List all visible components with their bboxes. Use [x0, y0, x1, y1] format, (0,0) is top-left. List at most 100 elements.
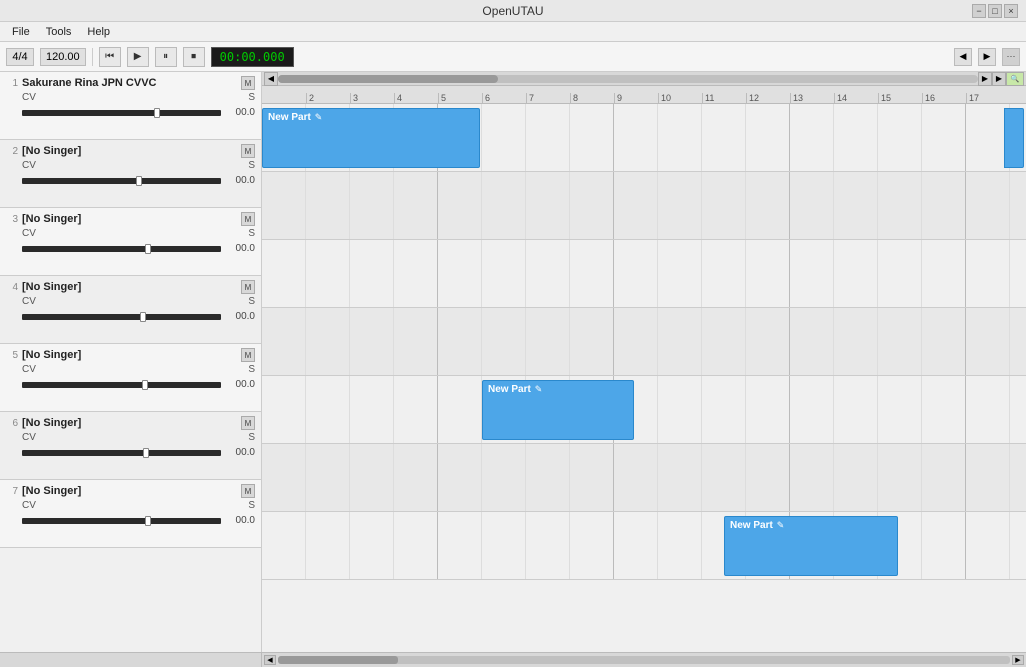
track-volume-3[interactable]: 00.0: [22, 243, 255, 254]
grid-cell-5-10: [658, 376, 702, 443]
menu-tools[interactable]: Tools: [38, 24, 80, 40]
grid-row-4[interactable]: [262, 308, 1026, 376]
window-controls: − □ ×: [972, 4, 1018, 18]
track-mute-3[interactable]: M: [241, 212, 255, 226]
close-button[interactable]: ×: [1004, 4, 1018, 18]
track-solo-5[interactable]: S: [248, 364, 255, 375]
play-button[interactable]: ▶: [127, 47, 149, 67]
part-block-1[interactable]: New Part ✎: [262, 108, 480, 168]
grid-cell-1-16: [922, 104, 966, 171]
volume-thumb-7[interactable]: [145, 516, 151, 526]
menu-file[interactable]: File: [4, 24, 38, 40]
grid-cell-1-6: [482, 104, 526, 171]
volume-thumb-2[interactable]: [136, 176, 142, 186]
grid-row-5[interactable]: [262, 376, 1026, 444]
h-scrollbar[interactable]: ◀ ▶ ▶ 🔍: [262, 72, 1026, 86]
track-volume-4[interactable]: 00.0: [22, 311, 255, 322]
bottom-scroll-left[interactable]: ◀: [264, 655, 276, 665]
track-solo-2[interactable]: S: [248, 160, 255, 171]
grid-cell-6-7: [526, 444, 570, 511]
grid-cell-7-2: [306, 512, 350, 579]
volume-track-4[interactable]: [22, 314, 221, 320]
stop-button[interactable]: ⏹: [183, 47, 205, 67]
grid-row-2[interactable]: [262, 172, 1026, 240]
part-block-2[interactable]: New Part ✎: [482, 380, 634, 440]
grid-cell-4-3: [350, 308, 394, 375]
volume-track-6[interactable]: [22, 450, 221, 456]
track-solo-3[interactable]: S: [248, 228, 255, 239]
track-volume-7[interactable]: 00.0: [22, 515, 255, 526]
grid-cell-4-16: [922, 308, 966, 375]
track-num-6: 6: [6, 418, 18, 429]
bottom-scroll-right[interactable]: ▶: [1012, 655, 1024, 665]
grid-row-3[interactable]: [262, 240, 1026, 308]
tracks-grid[interactable]: New Part ✎ New Part ✎ New Part ✎: [262, 104, 1026, 580]
grid-cell-4-17: [966, 308, 1010, 375]
part-block-edge[interactable]: [1004, 108, 1024, 168]
track-row-5: 5 [No Singer] M CV S 00.0: [0, 344, 261, 412]
volume-track-3[interactable]: [22, 246, 221, 252]
track-volume-6[interactable]: 00.0: [22, 447, 255, 458]
back-button[interactable]: ⏮: [99, 47, 121, 67]
time-signature[interactable]: 4/4: [6, 48, 34, 66]
grid-cell-6-9: [614, 444, 658, 511]
volume-thumb-4[interactable]: [140, 312, 146, 322]
minimize-button[interactable]: −: [972, 4, 986, 18]
window-title: OpenUTAU: [482, 4, 543, 18]
h-scroll-zoom[interactable]: 🔍: [1006, 72, 1024, 86]
track-mute-5[interactable]: M: [241, 348, 255, 362]
nav-extra-button[interactable]: ⋯: [1002, 48, 1020, 66]
tempo-display[interactable]: 120.00: [40, 48, 86, 66]
grid-cell-7-17: [966, 512, 1010, 579]
h-scroll-extra[interactable]: ▶: [992, 72, 1006, 86]
volume-track-2[interactable]: [22, 178, 221, 184]
grid-cell-2-11: [702, 172, 746, 239]
grid-cell-6-18: [1010, 444, 1026, 511]
volume-track-7[interactable]: [22, 518, 221, 524]
restore-button[interactable]: □: [988, 4, 1002, 18]
grid-cell-2-1: [262, 172, 306, 239]
nav-right-button[interactable]: ▶: [978, 48, 996, 66]
part-block-3[interactable]: New Part ✎: [724, 516, 898, 576]
track-mute-7[interactable]: M: [241, 484, 255, 498]
bottom-bar: ◀ ▶: [0, 652, 1026, 667]
volume-track-1[interactable]: [22, 110, 221, 116]
h-scroll-right[interactable]: ▶: [978, 72, 992, 86]
volume-thumb-6[interactable]: [143, 448, 149, 458]
volume-track-5[interactable]: [22, 382, 221, 388]
grid-cell-7-16: [922, 512, 966, 579]
ruler-mark-9: 9: [614, 93, 622, 103]
grid-row-7[interactable]: [262, 512, 1026, 580]
track-mute-1[interactable]: M: [241, 76, 255, 90]
track-solo-1[interactable]: S: [248, 92, 255, 103]
volume-val-7: 00.0: [225, 515, 255, 526]
nav-left-button[interactable]: ◀: [954, 48, 972, 66]
track-mute-6[interactable]: M: [241, 416, 255, 430]
track-volume-5[interactable]: 00.0: [22, 379, 255, 390]
track-sub-6: CV S: [22, 432, 255, 443]
track-volume-2[interactable]: 00.0: [22, 175, 255, 186]
track-solo-4[interactable]: S: [248, 296, 255, 307]
h-scroll-left[interactable]: ◀: [264, 72, 278, 86]
h-scroll-track[interactable]: [278, 75, 978, 83]
menu-help[interactable]: Help: [79, 24, 118, 40]
track-volume-1[interactable]: 00.0: [22, 107, 255, 118]
track-mute-2[interactable]: M: [241, 144, 255, 158]
grid-cell-3-12: [746, 240, 790, 307]
track-mute-4[interactable]: M: [241, 280, 255, 294]
grid-row-6[interactable]: [262, 444, 1026, 512]
bottom-right-scroll[interactable]: ◀ ▶: [262, 655, 1026, 665]
volume-thumb-5[interactable]: [142, 380, 148, 390]
grid-cell-6-15: [878, 444, 922, 511]
track-header-2: 2 [No Singer] M: [6, 144, 255, 158]
grid-cell-4-12: [746, 308, 790, 375]
track-solo-7[interactable]: S: [248, 500, 255, 511]
volume-thumb-3[interactable]: [145, 244, 151, 254]
grid-cell-4-4: [394, 308, 438, 375]
part-edit-icon-1: ✎: [315, 112, 323, 123]
grid-cell-1-15: [878, 104, 922, 171]
bottom-scroll-track[interactable]: [278, 656, 1010, 664]
pause-button[interactable]: ⏸: [155, 47, 177, 67]
volume-thumb-1[interactable]: [154, 108, 160, 118]
track-solo-6[interactable]: S: [248, 432, 255, 443]
